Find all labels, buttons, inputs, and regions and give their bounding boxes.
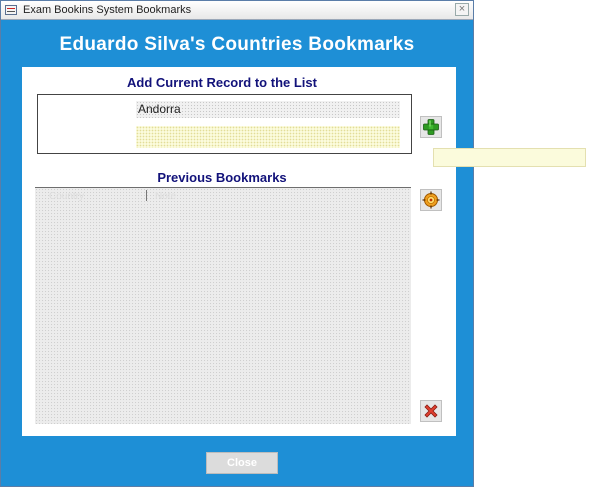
close-button[interactable]: Close — [206, 452, 278, 474]
add-bookmark-button[interactable] — [420, 116, 442, 138]
content-panel: Add Current Record to the List Andorra P… — [22, 67, 456, 436]
bookmark-note-input[interactable] — [136, 126, 400, 148]
column-header-country: Country — [49, 191, 85, 202]
current-record-field: Andorra — [136, 101, 400, 118]
title-bar[interactable]: Exam Bookins System Bookmarks × — [1, 1, 473, 20]
column-header-note: Note — [155, 191, 177, 202]
form-icon — [5, 5, 17, 15]
column-divider — [146, 190, 147, 201]
window-title: Exam Bookins System Bookmarks — [23, 4, 192, 16]
goto-bookmark-button[interactable] — [420, 189, 442, 211]
bookmarks-list[interactable]: Country Note — [35, 188, 411, 424]
tooltip-strip — [433, 148, 586, 167]
window-close-icon[interactable]: × — [455, 3, 469, 16]
bookmarks-window: Exam Bookins System Bookmarks × Eduardo … — [0, 0, 474, 487]
form-heading: Eduardo Silva's Countries Bookmarks — [59, 34, 415, 55]
add-record-box: Andorra — [37, 94, 412, 154]
previous-bookmarks-label: Previous Bookmarks — [157, 170, 287, 185]
delete-bookmark-button[interactable] — [420, 400, 442, 422]
add-section-label: Add Current Record to the List — [127, 75, 317, 90]
